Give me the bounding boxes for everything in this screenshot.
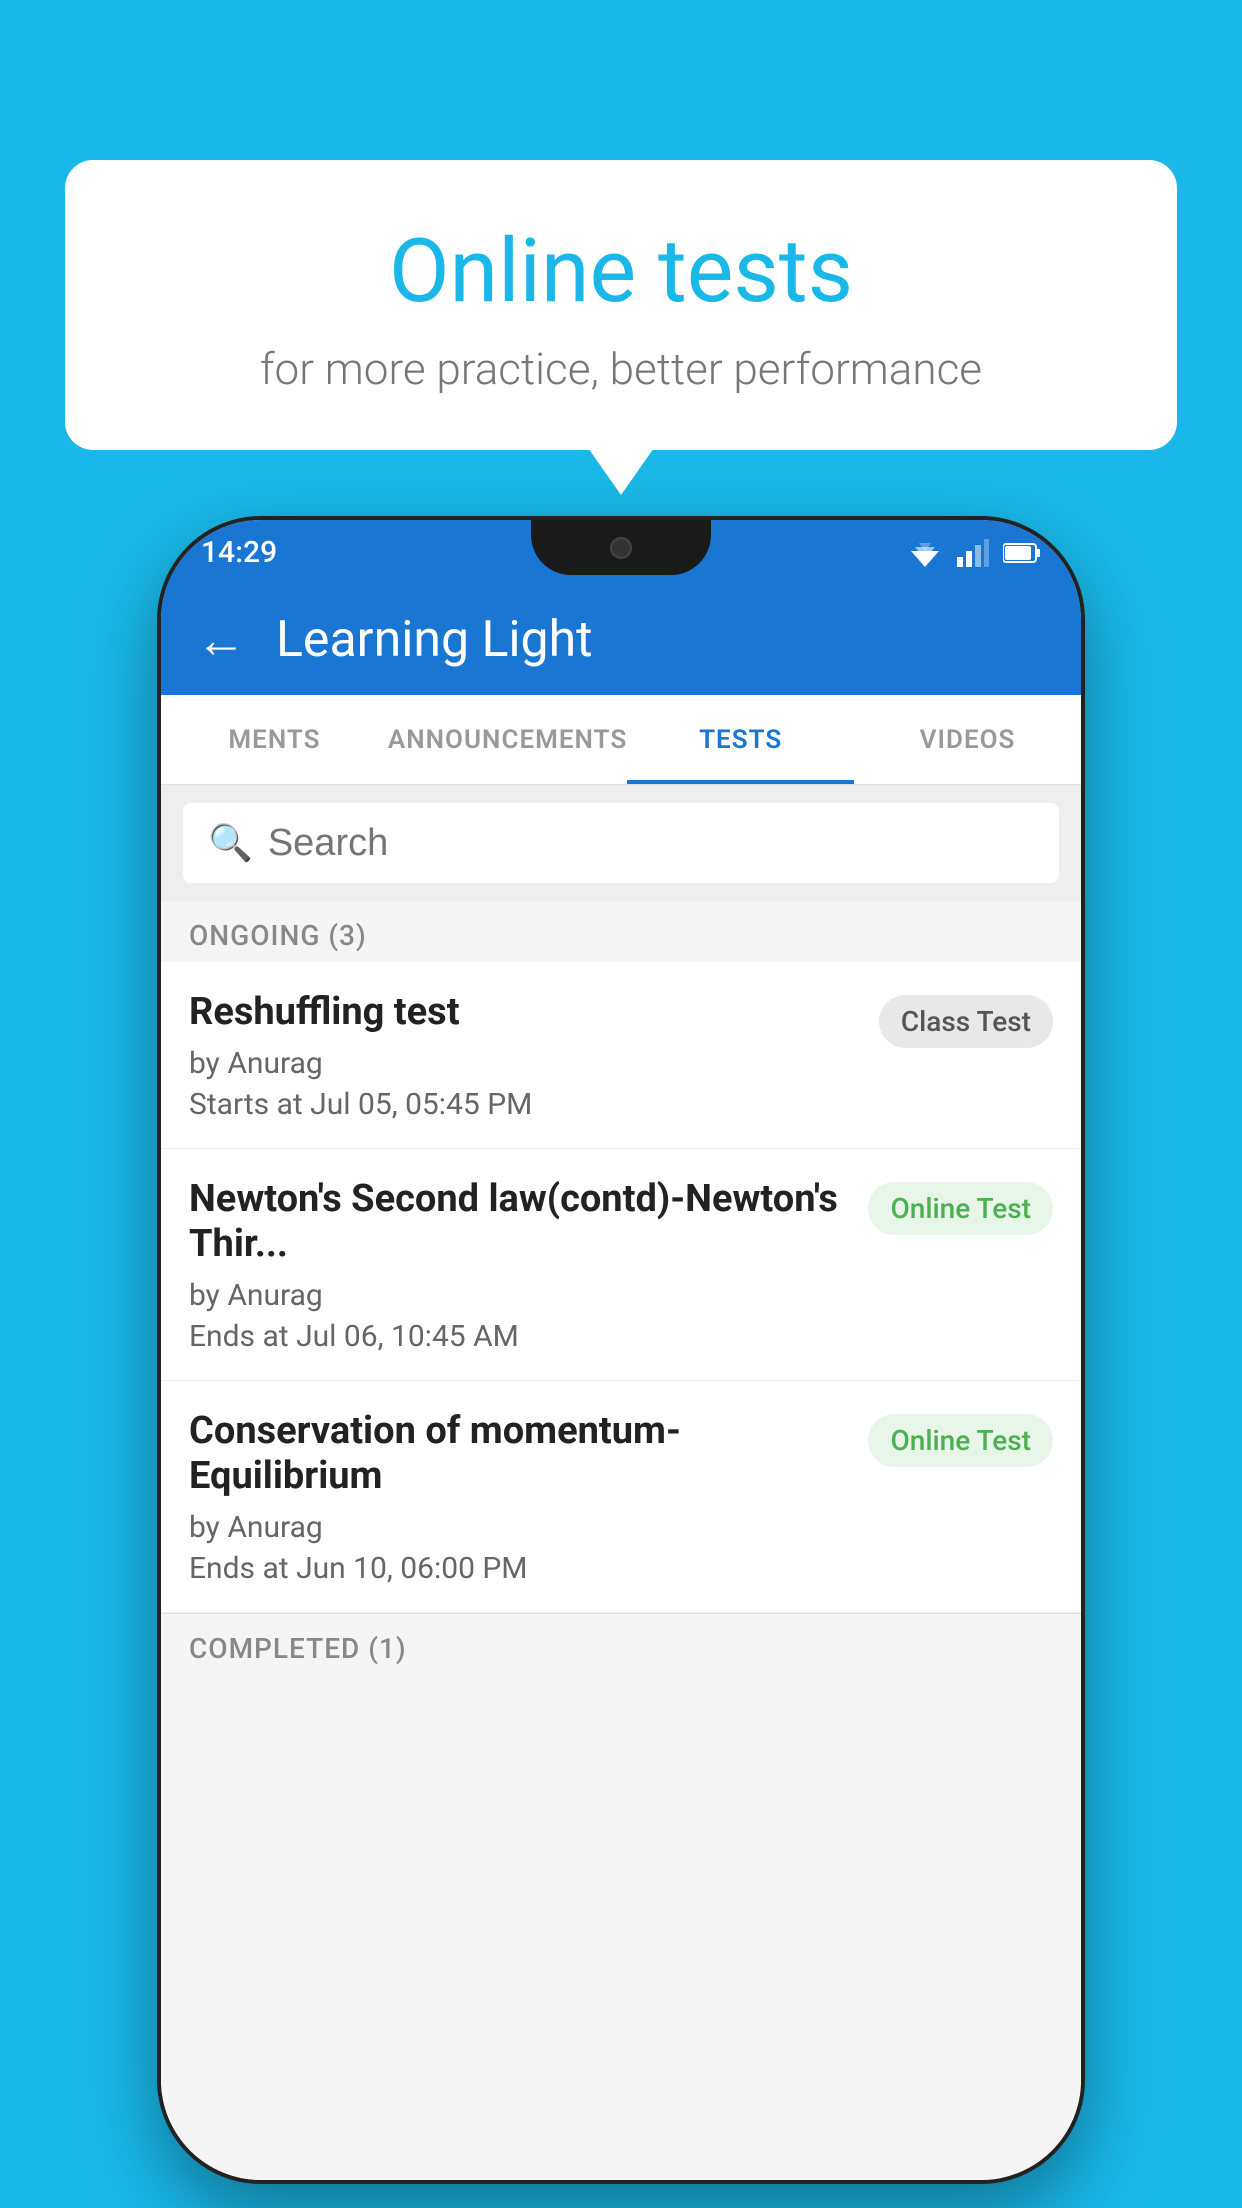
speech-bubble-subtitle: for more practice, better performance — [115, 343, 1127, 395]
test-item-2[interactable]: Newton's Second law(contd)-Newton's Thir… — [161, 1149, 1081, 1381]
test-info-2: Newton's Second law(contd)-Newton's Thir… — [189, 1177, 848, 1354]
phone-screen: 14:29 — [161, 520, 1081, 2180]
phone-inner: 14:29 — [161, 520, 1081, 2180]
test-date-3: Ends at Jun 10, 06:00 PM — [189, 1551, 848, 1586]
speech-bubble: Online tests for more practice, better p… — [65, 160, 1177, 450]
test-author-2: by Anurag — [189, 1278, 848, 1313]
app-bar-title: Learning Light — [276, 611, 593, 669]
tab-videos[interactable]: VIDEOS — [854, 695, 1081, 784]
tab-announcements[interactable]: ANNOUNCEMENTS — [388, 695, 627, 784]
speech-bubble-title: Online tests — [115, 220, 1127, 323]
test-author-1: by Anurag — [189, 1046, 859, 1081]
search-input[interactable] — [268, 822, 1034, 865]
wifi-icon — [907, 539, 943, 567]
phone-frame: 14:29 — [161, 520, 1081, 2180]
test-name-2: Newton's Second law(contd)-Newton's Thir… — [189, 1177, 848, 1268]
tab-bar: MENTS ANNOUNCEMENTS TESTS VIDEOS — [161, 695, 1081, 785]
test-info-1: Reshuffling test by Anurag Starts at Jul… — [189, 990, 859, 1122]
completed-section-header: COMPLETED (1) — [161, 1613, 1081, 1675]
tab-tests[interactable]: TESTS — [627, 695, 854, 784]
test-name-1: Reshuffling test — [189, 990, 859, 1036]
test-badge-2: Online Test — [868, 1182, 1053, 1235]
status-time: 14:29 — [201, 535, 277, 570]
test-item-3[interactable]: Conservation of momentum-Equilibrium by … — [161, 1381, 1081, 1613]
phone-container: 14:29 — [161, 520, 1081, 2180]
signal-icon — [957, 539, 989, 567]
test-date-2: Ends at Jul 06, 10:45 AM — [189, 1319, 848, 1354]
search-container: 🔍 — [161, 785, 1081, 901]
test-date-1: Starts at Jul 05, 05:45 PM — [189, 1087, 859, 1122]
test-name-3: Conservation of momentum-Equilibrium — [189, 1409, 848, 1500]
test-list: Reshuffling test by Anurag Starts at Jul… — [161, 962, 1081, 1613]
test-badge-3: Online Test — [868, 1414, 1053, 1467]
search-icon: 🔍 — [208, 822, 253, 864]
status-icons — [907, 539, 1041, 567]
camera-icon — [610, 537, 632, 559]
tab-assignments[interactable]: MENTS — [161, 695, 388, 784]
ongoing-section-header: ONGOING (3) — [161, 901, 1081, 962]
content-area: 🔍 ONGOING (3) Reshuffling test by Anurag — [161, 785, 1081, 2180]
test-item-1[interactable]: Reshuffling test by Anurag Starts at Jul… — [161, 962, 1081, 1149]
test-badge-1: Class Test — [879, 995, 1053, 1048]
test-info-3: Conservation of momentum-Equilibrium by … — [189, 1409, 848, 1586]
back-button[interactable]: ← — [196, 611, 246, 670]
search-bar[interactable]: 🔍 — [183, 803, 1059, 883]
app-bar: ← Learning Light — [161, 585, 1081, 695]
test-author-3: by Anurag — [189, 1510, 848, 1545]
phone-notch — [531, 520, 711, 575]
battery-icon — [1003, 542, 1041, 564]
